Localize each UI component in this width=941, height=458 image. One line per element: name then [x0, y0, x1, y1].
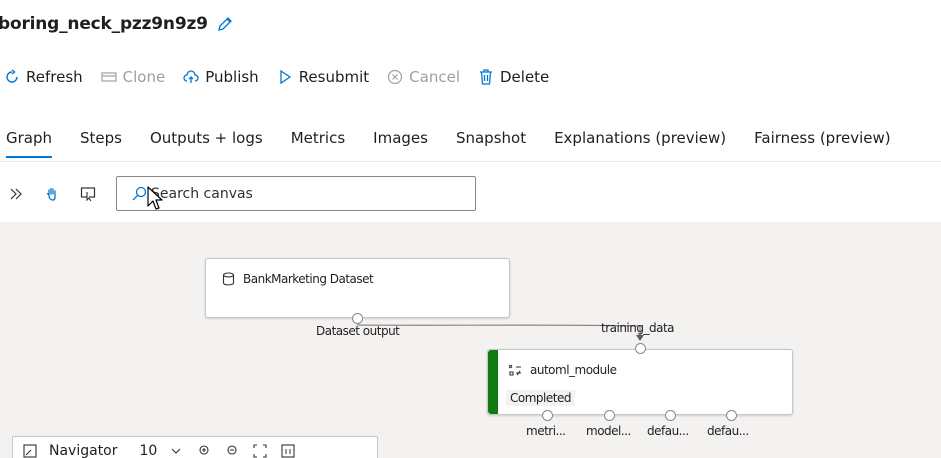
edit-pencil-icon[interactable]	[216, 15, 234, 33]
zoom-level[interactable]: 10	[140, 443, 158, 458]
output-label-metrics: metri...	[526, 424, 566, 438]
database-icon	[222, 272, 235, 286]
search-icon	[131, 186, 147, 202]
refresh-button[interactable]: Refresh	[4, 68, 83, 86]
tab-metrics[interactable]: Metrics	[291, 126, 345, 158]
output-label-model: model...	[586, 424, 631, 438]
dataset-output-label: Dataset output	[316, 324, 400, 338]
output-port-default-2[interactable]	[726, 410, 737, 421]
dataset-name: BankMarketing Dataset	[243, 272, 374, 286]
status-indicator-bar	[488, 350, 498, 414]
cloud-upload-icon	[183, 69, 199, 85]
zoom-in-icon[interactable]	[195, 442, 213, 458]
refresh-label: Refresh	[26, 68, 83, 86]
training-data-label: training_data	[601, 321, 675, 335]
page-title: boring_neck_pzz9n9z9	[0, 14, 208, 34]
automl-icon	[508, 363, 522, 377]
output-label-default-1: defau...	[647, 424, 689, 438]
navigator-panel: Navigator 10	[12, 436, 378, 458]
clone-label: Clone	[122, 68, 166, 86]
tab-explanations[interactable]: Explanations (preview)	[554, 126, 726, 158]
publish-button[interactable]: Publish	[183, 68, 259, 86]
actual-size-icon[interactable]	[279, 442, 297, 458]
play-icon	[277, 69, 293, 85]
status-badge: Completed	[506, 390, 575, 406]
output-port-model[interactable]	[604, 410, 615, 421]
training-data-port[interactable]	[635, 343, 646, 354]
cancel-label: Cancel	[409, 68, 460, 86]
chevron-down-icon[interactable]	[167, 442, 185, 458]
search-canvas-input[interactable]	[151, 185, 451, 202]
dataset-output-port[interactable]	[352, 313, 363, 324]
resubmit-button[interactable]: Resubmit	[277, 68, 369, 86]
cancel-icon	[387, 69, 403, 85]
run-tabs: Graph Steps Outputs + logs Metrics Image…	[6, 126, 919, 158]
clone-button[interactable]: Clone	[101, 68, 166, 86]
navigator-label: Navigator	[49, 443, 118, 458]
search-canvas-box[interactable]	[116, 176, 476, 211]
delete-button[interactable]: Delete	[478, 68, 549, 86]
refresh-icon	[4, 69, 20, 85]
output-label-default-2: defau...	[707, 424, 749, 438]
run-toolbar: Refresh Clone Publish Resubmit Cancel De…	[4, 64, 567, 90]
tab-fairness[interactable]: Fairness (preview)	[754, 126, 890, 158]
select-pointer-icon[interactable]	[78, 184, 98, 204]
dataset-node[interactable]: BankMarketing Dataset	[205, 258, 510, 318]
resubmit-label: Resubmit	[298, 68, 370, 86]
automl-node-title: automl_module	[508, 363, 617, 377]
cancel-button[interactable]: Cancel	[387, 68, 460, 86]
dataset-node-title: BankMarketing Dataset	[222, 272, 374, 286]
tab-graph[interactable]: Graph	[6, 126, 53, 158]
tab-steps[interactable]: Steps	[80, 126, 122, 158]
fit-to-screen-icon[interactable]	[251, 442, 269, 458]
clone-icon	[101, 69, 117, 85]
output-port-default-1[interactable]	[665, 410, 676, 421]
automl-node[interactable]: automl_module Completed	[487, 349, 793, 415]
pan-hand-icon[interactable]	[42, 184, 62, 204]
trash-icon	[478, 69, 494, 85]
zoom-out-icon[interactable]	[223, 442, 241, 458]
run-title-row: boring_neck_pzz9n9z9	[0, 10, 234, 38]
expand-panel-icon[interactable]	[6, 184, 26, 204]
delete-label: Delete	[500, 68, 550, 86]
navigator-toggle-icon[interactable]	[21, 442, 39, 458]
tab-outputs-logs[interactable]: Outputs + logs	[150, 126, 263, 158]
automl-name: automl_module	[530, 363, 617, 377]
publish-label: Publish	[205, 68, 259, 86]
tab-images[interactable]: Images	[373, 126, 428, 158]
tab-snapshot[interactable]: Snapshot	[456, 126, 526, 158]
output-port-metrics[interactable]	[542, 410, 553, 421]
